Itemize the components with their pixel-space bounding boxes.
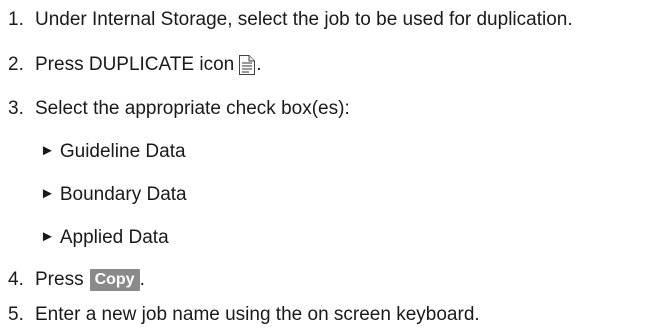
step-text: Enter a new job name using the on screen… xyxy=(35,304,480,325)
step-text-after: . xyxy=(139,269,145,290)
step-text: Select the appropriate check box(es): xyxy=(35,98,350,119)
step-text: Press Copy . xyxy=(35,268,145,292)
step-text-before: Press xyxy=(35,269,84,290)
bullet-arrow-icon: ► xyxy=(40,228,55,245)
step-text-before: Press DUPLICATE icon xyxy=(35,54,235,75)
sub-item-label: Guideline Data xyxy=(59,141,186,162)
step-number: 1. xyxy=(8,9,24,30)
bullet-arrow-icon: ► xyxy=(40,142,55,159)
step-text: Press DUPLICATE icon . xyxy=(35,53,261,77)
step-number: 4. xyxy=(8,269,24,290)
step-text-after: . xyxy=(256,54,262,75)
step-number: 5. xyxy=(8,304,24,325)
bullet-arrow-icon: ► xyxy=(40,185,55,202)
instruction-list: 1. Under Internal Storage, select the jo… xyxy=(0,0,668,329)
step-number: 2. xyxy=(8,54,24,75)
step-text: Under Internal Storage, select the job t… xyxy=(35,9,573,30)
sub-item-label: Boundary Data xyxy=(59,184,187,205)
step-number: 3. xyxy=(8,98,24,119)
sub-item-label: Applied Data xyxy=(59,227,169,248)
copy-button[interactable]: Copy xyxy=(89,269,140,291)
duplicate-document-icon xyxy=(238,54,256,76)
